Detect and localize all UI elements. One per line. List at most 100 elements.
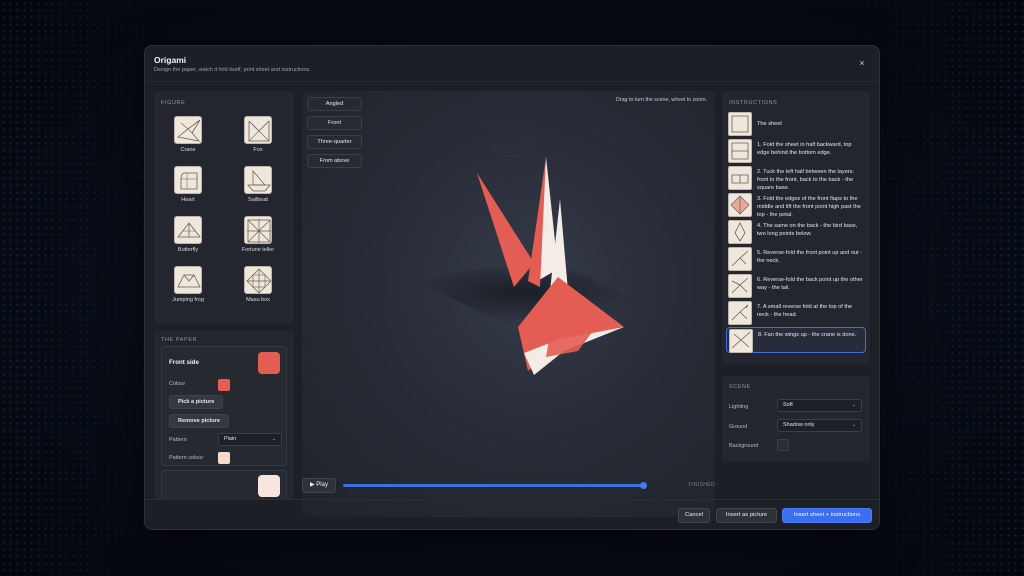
- figure-jumping-frog[interactable]: Jumping frog: [160, 263, 216, 309]
- front-side-card: Front side Colour Pick a picture Remove …: [161, 346, 287, 466]
- fortune-teller-icon: [244, 216, 272, 244]
- step-diagram-icon: [728, 274, 752, 298]
- heart-icon: [174, 166, 202, 194]
- instruction-text: 2. Tuck the left half between the layers…: [757, 169, 855, 191]
- dialog-subtitle: Design the paper, watch it fold itself, …: [154, 67, 311, 73]
- instruction-step[interactable]: 6. Reverse-fold the back point up the ot…: [726, 273, 866, 299]
- step-diagram-icon: [729, 329, 753, 353]
- colour-label: Colour: [169, 381, 186, 387]
- view-from-above-button[interactable]: From above: [307, 154, 362, 168]
- instruction-text: 1. Fold the sheet in half backward, top …: [757, 142, 852, 156]
- figure-heart[interactable]: Heart: [160, 163, 216, 209]
- figure-section-label: FIGURE: [161, 100, 186, 106]
- step-diagram-icon: [728, 112, 752, 136]
- back-color-preview[interactable]: [258, 475, 280, 497]
- figure-masu-box[interactable]: Masu box: [230, 263, 286, 309]
- crane-render: [410, 112, 632, 375]
- timeline-handle[interactable]: [639, 482, 647, 489]
- figure-name: Masu box: [246, 297, 270, 303]
- dialog-header: Origami Design the paper, watch it fold …: [145, 46, 879, 82]
- crane-model: [477, 157, 624, 375]
- figure-butterfly[interactable]: Butterfly: [160, 213, 216, 259]
- play-button[interactable]: ▶ Play: [302, 478, 336, 493]
- insert-as-picture-button[interactable]: Insert as picture: [716, 508, 777, 523]
- instruction-text: 7. A small reverse fold at the top of th…: [757, 304, 853, 318]
- instruction-step[interactable]: 4. The same on the back - the bird base,…: [726, 219, 866, 245]
- figure-name: Fortune teller: [241, 247, 275, 253]
- lighting-select[interactable]: Soft ⌄: [777, 399, 862, 412]
- jumping-frog-icon: [174, 266, 202, 294]
- front-color-preview[interactable]: [258, 352, 280, 374]
- instruction-text: 3. Fold the edges of the front flaps to …: [757, 196, 861, 218]
- instruction-text: 4. The same on the back - the bird base,…: [757, 223, 858, 237]
- figure-name: Butterfly: [177, 247, 199, 253]
- figure-name: Crane: [180, 147, 196, 153]
- view-angled-button[interactable]: Angled: [307, 97, 362, 111]
- figure-panel: FIGURE Crane Fox Heart Sailboat Butterfl…: [154, 91, 294, 324]
- instruction-step[interactable]: 2. Tuck the left half between the layers…: [726, 165, 866, 191]
- instructions-section-label: INSTRUCTIONS: [729, 100, 778, 106]
- pattern-label: Pattern: [169, 437, 187, 443]
- ground-ring: [497, 120, 527, 150]
- crane-icon: [174, 116, 202, 144]
- ground-ring: [489, 112, 535, 158]
- instruction-text: 8. Fan the wings up - the crane is done.: [758, 332, 857, 338]
- cancel-button[interactable]: Cancel: [678, 508, 710, 523]
- chevron-down-icon: ⌄: [851, 402, 856, 408]
- ground-value: Shadow only: [783, 422, 815, 428]
- instruction-step[interactable]: 1. Fold the sheet in half backward, top …: [726, 138, 866, 164]
- remove-picture-button[interactable]: Remove picture: [169, 414, 229, 428]
- chevron-down-icon: ⌄: [851, 422, 856, 428]
- ground-select[interactable]: Shadow only ⌄: [777, 419, 862, 432]
- insert-sheet-instructions-button[interactable]: Insert sheet + instructions: [782, 508, 872, 523]
- back-side-card: [161, 470, 287, 500]
- instruction-step[interactable]: The sheet: [726, 111, 866, 137]
- figure-crane[interactable]: Crane: [160, 113, 216, 159]
- front-side-title: Front side: [169, 359, 199, 366]
- chevron-down-icon: ⌄: [271, 436, 276, 442]
- timeline-slider[interactable]: [343, 482, 647, 489]
- instruction-step[interactable]: 5. Reverse-fold the front point up and o…: [726, 246, 866, 272]
- pattern-select[interactable]: Plain ⌄: [218, 433, 282, 446]
- 3d-viewport[interactable]: Angled Front Three-quarter From above Dr…: [302, 91, 715, 517]
- butterfly-icon: [174, 216, 202, 244]
- instruction-step[interactable]: 7. A small reverse fold at the top of th…: [726, 300, 866, 326]
- instruction-step[interactable]: 8. Fan the wings up - the crane is done.: [726, 327, 866, 353]
- step-diagram-icon: [728, 166, 752, 190]
- figure-name: Sailboat: [248, 197, 268, 203]
- figure-name: Jumping frog: [172, 297, 204, 303]
- view-front-button[interactable]: Front: [307, 116, 362, 130]
- scene-section-label: SCENE: [729, 384, 751, 390]
- sailboat-icon: [244, 166, 272, 194]
- instructions-panel: INSTRUCTIONS The sheet 1. Fold the sheet …: [722, 91, 870, 364]
- viewport-hint: Drag to turn the scene, wheel to zoom.: [616, 97, 707, 103]
- instruction-step[interactable]: 3. Fold the edges of the front flaps to …: [726, 192, 866, 218]
- pattern-colour-swatch[interactable]: [218, 452, 230, 464]
- pick-picture-button[interactable]: Pick a picture: [169, 395, 224, 409]
- figure-fox[interactable]: Fox: [230, 113, 286, 159]
- dialog-title: Origami: [154, 55, 187, 65]
- colour-swatch[interactable]: [218, 379, 230, 391]
- scene-panel: SCENE Lighting Soft ⌄ Ground Shadow only…: [722, 376, 870, 462]
- dialog-footer: Cancel Insert as picture Insert sheet + …: [145, 499, 879, 529]
- pattern-colour-label: Pattern colour: [169, 455, 204, 461]
- instruction-text: 5. Reverse-fold the front point up and o…: [757, 250, 863, 264]
- lighting-value: Soft: [783, 402, 793, 408]
- origami-dialog: Origami Design the paper, watch it fold …: [144, 45, 880, 530]
- paper-panel: THE PAPER Front side Colour Pick a pictu…: [154, 330, 294, 500]
- instruction-text: The sheet: [757, 121, 782, 127]
- close-icon[interactable]: ×: [857, 58, 867, 68]
- step-diagram-icon: [728, 247, 752, 271]
- pattern-value: Plain: [224, 436, 237, 442]
- ground-label: Ground: [729, 424, 748, 430]
- view-three-quarter-button[interactable]: Three-quarter: [307, 135, 362, 149]
- figure-sailboat[interactable]: Sailboat: [230, 163, 286, 209]
- step-diagram-icon: [728, 139, 752, 163]
- figure-fortune-teller[interactable]: Fortune teller: [230, 213, 286, 259]
- background-colour-swatch[interactable]: [777, 439, 789, 451]
- fox-icon: [244, 116, 272, 144]
- lighting-label: Lighting: [729, 404, 749, 410]
- figure-name: Heart: [181, 197, 195, 203]
- step-readout: FINISHED: [688, 482, 715, 488]
- figure-name: Fox: [253, 147, 263, 153]
